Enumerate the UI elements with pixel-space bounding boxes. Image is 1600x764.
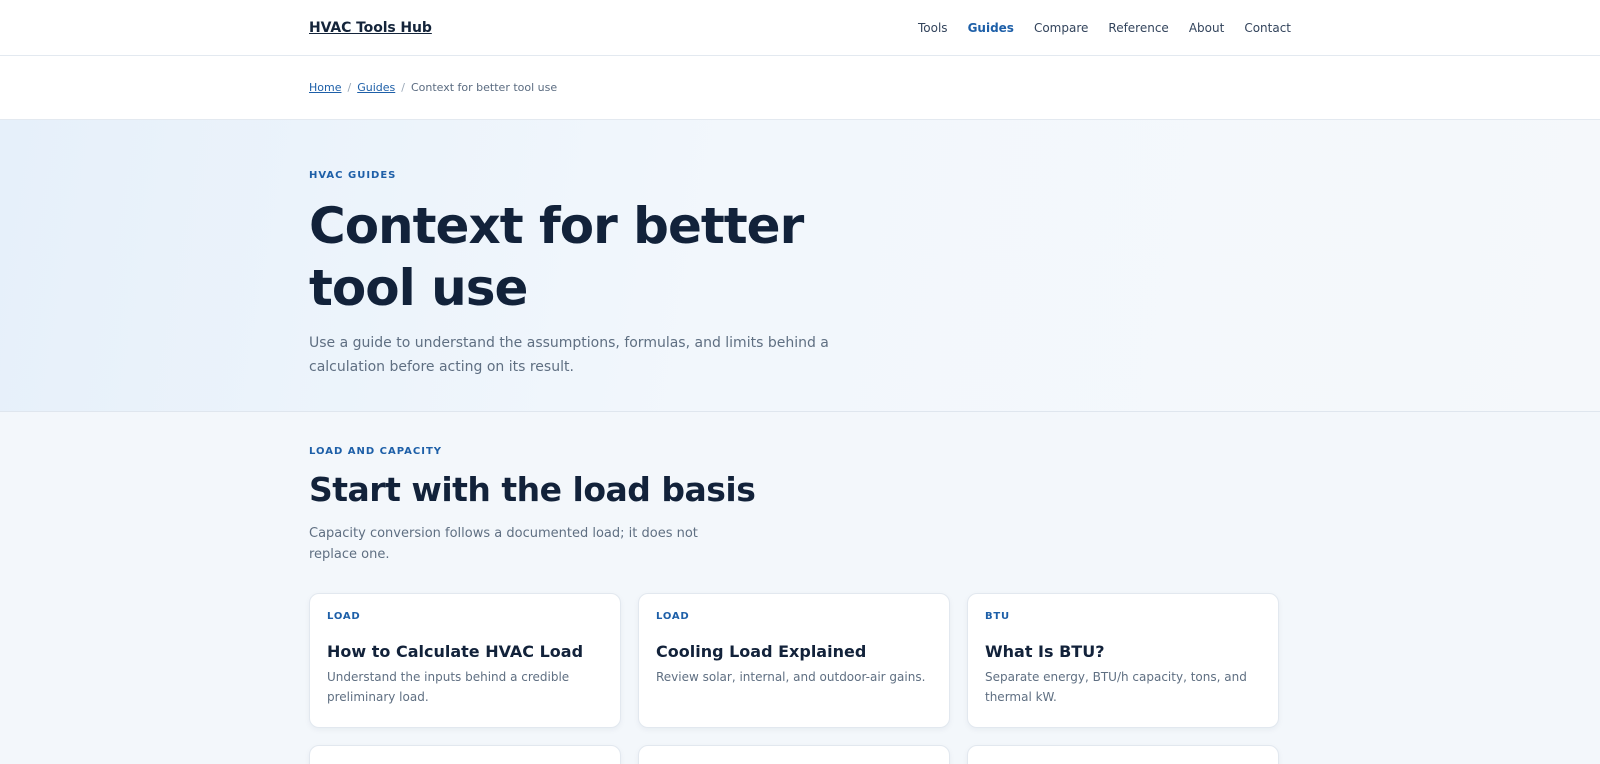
card-description: Separate energy, BTU/h capacity, tons, a…: [985, 670, 1247, 704]
guide-card-partial[interactable]: [309, 745, 621, 764]
brand-logo-link[interactable]: HVAC Tools Hub: [309, 20, 432, 36]
breadcrumb-current: Context for better tool use: [410, 81, 558, 94]
section-lead: Capacity conversion follows a documented…: [309, 526, 698, 562]
main-nav: Tools Guides Compare Reference About Con…: [898, 21, 1291, 35]
breadcrumb-separator: /: [347, 81, 352, 94]
breadcrumb: Home / Guides / Context for better tool use: [309, 56, 1291, 94]
nav-guides[interactable]: Guides: [968, 21, 1014, 35]
card-title: What Is BTU?: [985, 642, 1105, 661]
nav-contact[interactable]: Contact: [1244, 21, 1291, 35]
card-description: Review solar, internal, and outdoor-air …: [656, 670, 926, 684]
page-title: Context for better tool use: [309, 197, 804, 317]
hero-section: HVAC GUIDES Context for better tool use …: [0, 120, 1600, 412]
nav-about[interactable]: About: [1189, 21, 1224, 35]
breadcrumb-home-link[interactable]: Home: [309, 81, 341, 94]
guide-card-grid-next-row: [309, 745, 1291, 764]
breadcrumb-guides-link[interactable]: Guides: [357, 81, 395, 94]
guide-card-grid: LOAD How to Calculate HVAC Load Understa…: [309, 593, 1291, 728]
top-navigation: HVAC Tools Hub Tools Guides Compare Refe…: [0, 0, 1600, 56]
hero-description: Use a guide to understand the assumption…: [309, 335, 829, 375]
nav-tools[interactable]: Tools: [918, 21, 948, 35]
nav-compare[interactable]: Compare: [1034, 21, 1088, 35]
card-description: Understand the inputs behind a credible …: [327, 670, 570, 704]
card-tag: LOAD: [656, 611, 690, 622]
guide-card-partial[interactable]: [967, 745, 1279, 764]
section-eyebrow: LOAD AND CAPACITY: [309, 446, 443, 457]
guide-card-hvac-load[interactable]: LOAD How to Calculate HVAC Load Understa…: [309, 593, 621, 728]
guide-card-partial[interactable]: [638, 745, 950, 764]
hero-eyebrow: HVAC GUIDES: [309, 170, 397, 181]
card-title: How to Calculate HVAC Load: [327, 642, 584, 661]
card-title: Cooling Load Explained: [656, 642, 867, 661]
nav-reference[interactable]: Reference: [1108, 21, 1168, 35]
load-capacity-section: LOAD AND CAPACITY Start with the load ba…: [0, 412, 1600, 764]
guide-card-cooling-load[interactable]: LOAD Cooling Load Explained Review solar…: [638, 593, 950, 728]
guide-card-btu[interactable]: BTU What Is BTU? Separate energy, BTU/h …: [967, 593, 1279, 728]
breadcrumb-bar: Home / Guides / Context for better tool use: [0, 56, 1600, 120]
breadcrumb-separator: /: [401, 81, 405, 94]
section-title: Start with the load basis: [309, 470, 756, 509]
card-tag: BTU: [985, 611, 1010, 622]
card-tag: LOAD: [327, 611, 361, 622]
